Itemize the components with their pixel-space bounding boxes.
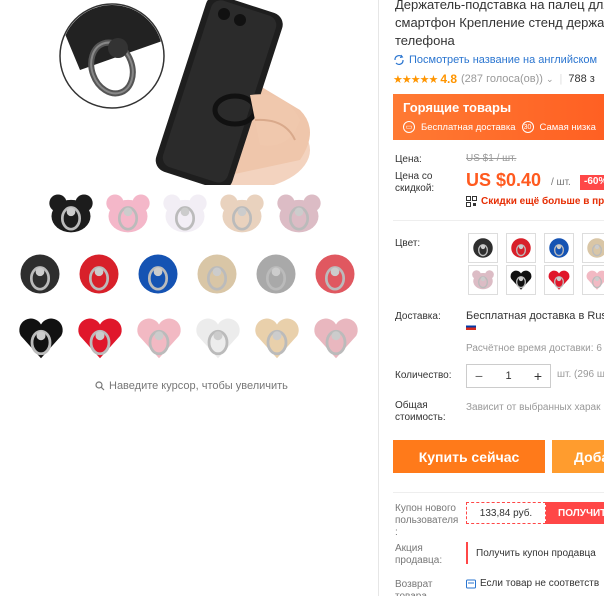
ring-holder-thumbnail xyxy=(549,238,569,258)
variant-thumbnail xyxy=(45,186,97,242)
buy-now-button[interactable]: Купить сейчас xyxy=(393,440,545,473)
product-gallery: Наведите курсор, чтобы увеличить xyxy=(0,0,378,596)
variant-thumbnail xyxy=(73,310,127,366)
color-option-swatch[interactable] xyxy=(506,265,536,295)
rating-row: ★★★★★ 4.8 (287 голоса(ов)) ⌄ | 788 з xyxy=(393,72,595,86)
variant-thumbnail xyxy=(250,310,304,366)
translate-icon xyxy=(394,54,404,65)
variant-thumbnail xyxy=(14,310,68,366)
new-user-coupon-text: Купон нового пользователя xyxy=(395,503,459,526)
divider xyxy=(393,492,604,493)
separator: | xyxy=(559,73,563,85)
shipping-option[interactable]: Бесплатная доставка в Russ xyxy=(466,310,604,322)
variant-thumbnail xyxy=(132,310,186,366)
color-option-swatch[interactable] xyxy=(544,265,574,295)
variant-thumbnail xyxy=(309,246,361,302)
lowest-price-text: Самая низка xyxy=(539,121,596,133)
title-line: смартфон Крепление стенд держат xyxy=(395,15,604,30)
chevron-down-icon[interactable]: ⌄ xyxy=(546,74,554,85)
ring-holder-thumbnail xyxy=(472,270,494,290)
discount-badge: -60% xyxy=(580,175,604,190)
variant-thumbnail xyxy=(216,186,268,242)
color-option-swatch[interactable] xyxy=(468,233,498,263)
total-value: Зависит от выбранных харак xyxy=(466,402,601,413)
add-to-cart-button[interactable]: Доба xyxy=(552,440,604,473)
color-option-swatch[interactable] xyxy=(582,265,604,295)
shipping-label: Доставка: xyxy=(395,311,441,322)
color-option-swatch[interactable] xyxy=(582,233,604,263)
zoom-hint-text: Наведите курсор, чтобы увеличить xyxy=(109,380,288,392)
product-title: Держатель-подставка на палец для смартфо… xyxy=(395,0,604,50)
rating-score: 4.8 xyxy=(440,72,457,86)
app-promo-link[interactable]: Скидки ещё больше в прил xyxy=(466,196,604,207)
hot-deals-title: Горящие товары xyxy=(403,100,512,115)
new-user-coupon-label: Купон нового пользователя : xyxy=(395,503,463,539)
return-label: Возврат товара xyxy=(395,579,433,596)
color-option-swatch[interactable] xyxy=(544,233,574,263)
variant-thumbnail xyxy=(309,310,363,366)
seller-promo-label: Акция продавца: xyxy=(395,543,443,566)
ring-holder-thumbnail xyxy=(473,238,493,258)
color-option-swatch[interactable] xyxy=(506,233,536,263)
translate-link-text: Посмотреть название на английском xyxy=(409,54,598,66)
stock-note: шт. (296 ш xyxy=(557,369,604,380)
price-unit: / шт. xyxy=(551,177,571,188)
variant-thumbnail xyxy=(273,186,325,242)
variant-thumbnail xyxy=(14,246,66,302)
variant-thumbnail xyxy=(191,246,243,302)
ring-holder-thumbnail xyxy=(510,270,532,290)
russia-flag-icon xyxy=(466,323,476,330)
discount-price-label: Цена со скидкой: xyxy=(395,171,435,194)
divider xyxy=(393,220,604,221)
return-policy: Если товар не соответств xyxy=(466,578,599,589)
total-label: Общая стоимость: xyxy=(395,400,446,423)
title-line: телефона xyxy=(395,33,455,48)
ring-holder-thumbnail xyxy=(548,270,570,290)
hot-deals-banner: Горящие товары ▭ Бесплатная доставка 30 … xyxy=(393,94,604,140)
variant-thumbnail xyxy=(73,246,125,302)
free-shipping-text: Бесплатная доставка xyxy=(421,121,516,133)
zoom-hint: Наведите курсор, чтобы увеличить xyxy=(95,380,288,392)
coupon-value: 133,84 руб. xyxy=(466,502,546,524)
delivery-estimate: Расчётное время доставки: 6 xyxy=(466,343,602,354)
ring-holder-thumbnail xyxy=(511,238,531,258)
quantity-input[interactable]: 1 xyxy=(491,365,526,387)
price-label: Цена: xyxy=(395,154,422,165)
variant-thumbnail xyxy=(132,246,184,302)
title-line: Держатель-подставка на палец для xyxy=(395,0,604,12)
product-info-panel: Держатель-подставка на палец для смартфо… xyxy=(379,0,604,596)
variant-thumbnail xyxy=(191,310,245,366)
main-product-photo[interactable] xyxy=(0,0,378,185)
variant-thumbnail xyxy=(250,246,302,302)
rating-votes[interactable]: (287 голоса(ов)) xyxy=(461,73,543,85)
qr-code-icon xyxy=(466,196,477,207)
ring-holder-thumbnail xyxy=(586,270,604,290)
quantity-stepper: − 1 + xyxy=(466,364,551,388)
app-promo-text: Скидки ещё больше в прил xyxy=(481,196,604,207)
magnifier-icon xyxy=(95,381,105,391)
variant-thumbnail xyxy=(102,186,154,242)
quantity-label: Количество: xyxy=(395,370,452,381)
color-option-swatch[interactable] xyxy=(468,265,498,295)
color-label: Цвет: xyxy=(395,238,421,249)
original-price: US $1 / шт. xyxy=(466,153,517,164)
return-policy-text: Если товар не соответств xyxy=(480,578,600,589)
days-badge: 30 xyxy=(521,121,534,133)
translate-title-link[interactable]: Посмотреть название на английском xyxy=(393,54,597,66)
shield-icon xyxy=(466,579,476,588)
truck-icon: ▭ xyxy=(403,121,415,133)
get-coupon-button[interactable]: ПОЛУЧИТ xyxy=(546,502,604,524)
ring-holder-thumbnail xyxy=(587,238,604,258)
variant-thumbnail xyxy=(159,186,211,242)
quantity-decrease-button[interactable]: − xyxy=(467,365,491,387)
seller-coupon-link[interactable]: Получить купон продавца xyxy=(466,542,604,564)
rating-stars: ★★★★★ xyxy=(393,73,438,86)
sale-price: US $0.40 xyxy=(466,170,542,190)
label-colon: : xyxy=(395,527,398,538)
orders-count: 788 з xyxy=(568,73,595,85)
quantity-increase-button[interactable]: + xyxy=(526,365,550,387)
